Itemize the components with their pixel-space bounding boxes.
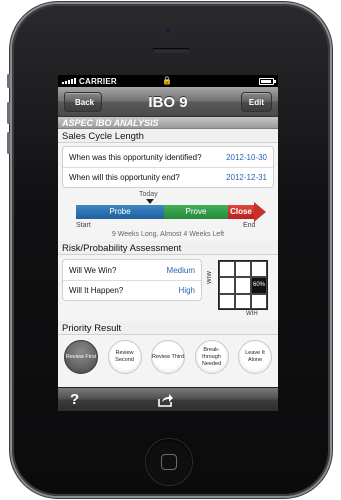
section-title: ASPEC IBO ANALYSIS: [58, 117, 278, 129]
row-label: Will It Happen?: [69, 286, 124, 295]
phase-close: Close: [228, 205, 254, 219]
matrix-y-label: WIW: [207, 271, 213, 284]
pill-label: Break-through Needed: [201, 346, 222, 367]
duration-text: 9 Weeks Long, Almost 4 Weeks Left: [111, 231, 225, 238]
matrix-x-label: WIH: [246, 311, 258, 317]
earpiece-speaker: [152, 48, 190, 53]
identified-date-row[interactable]: When was this opportunity identified? 20…: [63, 147, 273, 167]
row-label: Will We Win?: [69, 265, 117, 275]
pill-label: Review Second: [115, 350, 134, 363]
bottom-toolbar: ?: [58, 387, 278, 411]
app-screen: CARRIER 🔒 Back IBO 9 Edit ASPEC IBO ANAL…: [58, 75, 278, 411]
carrier-label: CARRIER: [79, 76, 117, 86]
row-label: When was this opportunity identified?: [69, 152, 202, 162]
matrix-cell: [219, 276, 235, 294]
priority-leave-alone-button[interactable]: Leave It Alone: [238, 340, 272, 374]
pill-label: Review First: [65, 353, 97, 360]
priority-header: Priority Result: [58, 321, 278, 335]
risk-answers: Will We Win? Medium Will It Happen? High: [62, 259, 202, 301]
risk-matrix: WIW 60% WIH: [206, 257, 276, 321]
matrix-cell: [219, 261, 235, 277]
matrix-grid: 60%: [218, 260, 268, 310]
matrix-cell: [251, 261, 267, 277]
edit-button-label: Edit: [248, 98, 264, 107]
end-date-value: 2012-12-31: [226, 173, 267, 182]
happen-row[interactable]: Will It Happen? High: [63, 280, 201, 300]
today-marker-icon: [146, 199, 154, 204]
identified-date-value: 2012-10-30: [226, 152, 267, 162]
front-camera: [164, 26, 172, 34]
timeline-arrow-icon: [254, 202, 266, 222]
priority-breakthrough-button[interactable]: Break-through Needed: [194, 340, 229, 374]
help-icon[interactable]: ?: [70, 391, 79, 408]
pill-label: Review Third: [152, 353, 184, 360]
battery-icon: [259, 78, 276, 85]
sales-cycle-header: Sales Cycle Length: [58, 129, 278, 143]
matrix-cell-highlight: 60%: [251, 276, 267, 294]
priority-review-first-button[interactable]: Review First: [64, 340, 98, 374]
home-button-icon[interactable]: [146, 439, 192, 485]
priority-options: Review First Review Second Review Third …: [58, 335, 278, 374]
sales-timeline: Today Probe Prove Close Start End 9 Week…: [62, 191, 274, 241]
share-icon[interactable]: [158, 393, 174, 411]
signal-icon: [62, 78, 76, 84]
mute-switch: [7, 74, 10, 88]
happen-value: High: [178, 286, 195, 295]
risk-header: Risk/Probability Assessment: [58, 241, 278, 255]
end-label: End: [243, 222, 256, 229]
matrix-cell: [251, 293, 267, 309]
matrix-cell: [235, 261, 251, 277]
win-value: Medium: [166, 265, 195, 275]
risk-section: Will We Win? Medium Will It Happen? High…: [58, 255, 278, 321]
volume-up-button: [7, 102, 10, 124]
matrix-cell: [235, 276, 251, 294]
row-label: When will this opportunity end?: [69, 173, 180, 182]
pill-label: Leave It Alone: [245, 350, 265, 363]
lock-icon: 🔒: [162, 76, 172, 85]
status-bar: CARRIER 🔒: [58, 75, 278, 87]
phase-probe: Probe: [76, 205, 164, 219]
today-label: Today: [139, 191, 158, 198]
priority-review-third-button[interactable]: Review Third: [151, 340, 185, 374]
volume-down-button: [7, 132, 10, 154]
priority-review-second-button[interactable]: Review Second: [107, 340, 142, 374]
edit-button[interactable]: Edit: [240, 92, 272, 112]
navigation-bar: Back IBO 9 Edit: [58, 87, 278, 117]
start-label: Start: [76, 222, 91, 229]
sales-cycle-dates: When was this opportunity identified? 20…: [62, 146, 274, 188]
matrix-cell: [219, 293, 235, 309]
phase-prove: Prove: [164, 205, 228, 219]
win-row[interactable]: Will We Win? Medium: [63, 260, 201, 280]
matrix-cell: [235, 293, 251, 309]
end-date-row[interactable]: When will this opportunity end? 2012-12-…: [63, 167, 273, 187]
phase-bar: Probe Prove Close: [76, 205, 254, 219]
